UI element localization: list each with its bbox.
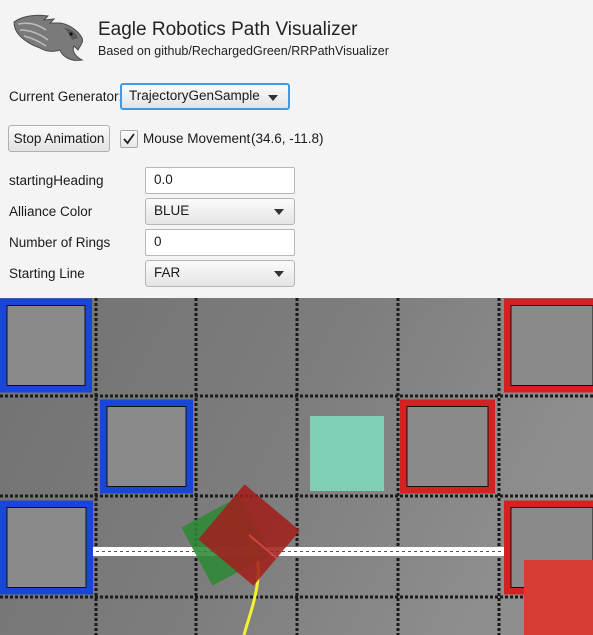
chevron-down-icon	[274, 271, 284, 277]
number-of-rings-input[interactable]: 0	[145, 229, 295, 256]
starting-line-value: FAR	[154, 265, 181, 280]
blue-zone-top-left	[0, 298, 92, 393]
eagle-logo-icon	[13, 14, 84, 61]
mouse-movement-checkbox[interactable]	[120, 130, 138, 148]
blue-zone-bottom-left	[0, 500, 93, 595]
alliance-color-select[interactable]: BLUE	[145, 198, 295, 225]
generator-select[interactable]: TrajectoryGenSample	[120, 83, 290, 110]
param-label-starting-line: Starting Line	[9, 266, 85, 281]
field-svg	[0, 298, 593, 635]
alliance-color-value: BLUE	[154, 203, 190, 218]
blue-zone-middle	[100, 399, 193, 494]
mouse-movement-label[interactable]: Mouse Movement	[143, 131, 250, 146]
chevron-down-icon	[268, 95, 278, 101]
app-header: Eagle Robotics Path Visualizer Based on …	[0, 0, 593, 78]
generator-select-value: TrajectoryGenSample	[129, 88, 260, 103]
param-label-starting-heading: startingHeading	[9, 173, 104, 188]
chevron-down-icon	[274, 209, 284, 215]
starting-heading-input[interactable]: 0.0	[145, 167, 295, 194]
checkmark-icon	[123, 133, 135, 145]
starting-line-select[interactable]: FAR	[145, 260, 295, 287]
app-subtitle: Based on github/RechargedGreen/RRPathVis…	[98, 44, 389, 58]
target-zone-marker	[310, 416, 384, 491]
mouse-coordinates: (34.6, -11.8)	[251, 131, 324, 146]
param-label-number-of-rings: Number of Rings	[9, 235, 111, 250]
red-zone-top-right	[504, 298, 593, 393]
field-canvas[interactable]	[0, 298, 593, 635]
app-title: Eagle Robotics Path Visualizer	[98, 19, 358, 40]
param-label-alliance-color: Alliance Color	[9, 204, 93, 219]
red-robot-start-marker	[524, 560, 593, 635]
stop-animation-button[interactable]: Stop Animation	[8, 125, 110, 152]
red-zone-middle	[400, 399, 495, 494]
generator-label: Current Generator:	[9, 89, 123, 104]
